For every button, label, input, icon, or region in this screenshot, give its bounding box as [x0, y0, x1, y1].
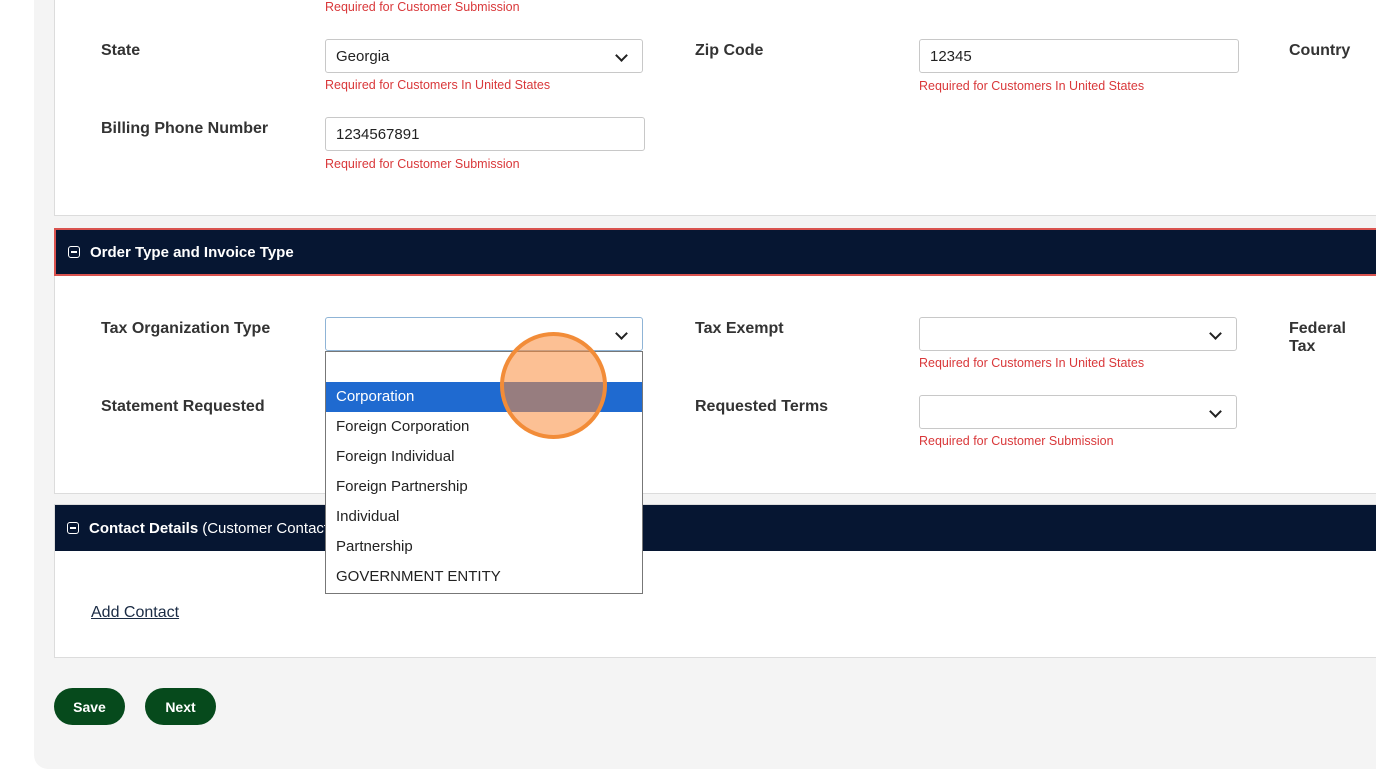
zip-label: Zip Code [695, 42, 764, 59]
phone-required-note: Required for Customer Submission [325, 157, 520, 171]
dropdown-option[interactable]: Foreign Corporation [326, 412, 642, 442]
dropdown-option[interactable]: Corporation [326, 382, 642, 412]
tax-exempt-select[interactable] [919, 317, 1237, 351]
dropdown-option[interactable]: Foreign Partnership [326, 472, 642, 502]
state-select-value: Georgia [336, 47, 390, 65]
dropdown-option[interactable]: Partnership [326, 532, 642, 562]
tax-exempt-label: Tax Exempt [695, 320, 784, 337]
dropdown-option[interactable] [326, 352, 642, 382]
terms-select[interactable] [919, 395, 1237, 429]
chevron-down-icon [615, 327, 628, 340]
terms-required-note: Required for Customer Submission [919, 434, 1114, 448]
dropdown-option[interactable]: Foreign Individual [326, 442, 642, 472]
order-type-panel: Order Type and Invoice Type [54, 228, 1376, 494]
federal-tax-label: Federal Tax [1289, 320, 1346, 355]
dropdown-option[interactable]: GOVERNMENT ENTITY [326, 562, 642, 592]
save-button[interactable]: Save [54, 688, 125, 725]
state-select[interactable]: Georgia [325, 39, 643, 73]
chevron-down-icon [1209, 405, 1222, 418]
collapse-icon[interactable] [67, 522, 79, 534]
state-required-note: Required for Customers In United States [325, 78, 551, 92]
order-section-title: Order Type and Invoice Type [90, 243, 294, 261]
contact-section-subtitle: (Customer Contact [202, 519, 329, 537]
country-label: Country [1289, 42, 1351, 59]
phone-label: Billing Phone Number [101, 120, 269, 137]
chevron-down-icon [615, 49, 628, 62]
tax-org-dropdown-list[interactable]: Corporation Foreign Corporation Foreign In… [325, 351, 643, 594]
collapse-icon[interactable] [68, 246, 80, 258]
billing-panel [54, 0, 1376, 216]
tax-org-label: Tax Organization Type [101, 320, 271, 337]
contact-panel: Contact Details (Customer Contact [54, 504, 1376, 658]
tax-exempt-required-note: Required for Customers In United States [919, 356, 1145, 370]
statement-label: Statement Requested [101, 398, 265, 415]
phone-input[interactable]: 1234567891 [325, 117, 645, 151]
add-contact-link[interactable]: Add Contact [91, 604, 179, 622]
tax-org-select[interactable] [325, 317, 643, 351]
order-section-header[interactable]: Order Type and Invoice Type [54, 228, 1376, 276]
zip-input[interactable]: 12345 [919, 39, 1239, 73]
zip-required-note: Required for Customers In United States [919, 79, 1145, 93]
state-label: State [101, 42, 141, 59]
zip-input-value: 12345 [930, 47, 972, 65]
next-button[interactable]: Next [145, 688, 216, 725]
contact-section-header[interactable]: Contact Details (Customer Contact [55, 505, 1376, 551]
top-required-note: Required for Customer Submission [325, 0, 520, 14]
terms-label: Requested Terms [695, 398, 829, 415]
dropdown-option[interactable]: Individual [326, 502, 642, 532]
contact-section-title: Contact Details [89, 519, 199, 537]
chevron-down-icon [1209, 327, 1222, 340]
phone-input-value: 1234567891 [336, 125, 420, 143]
